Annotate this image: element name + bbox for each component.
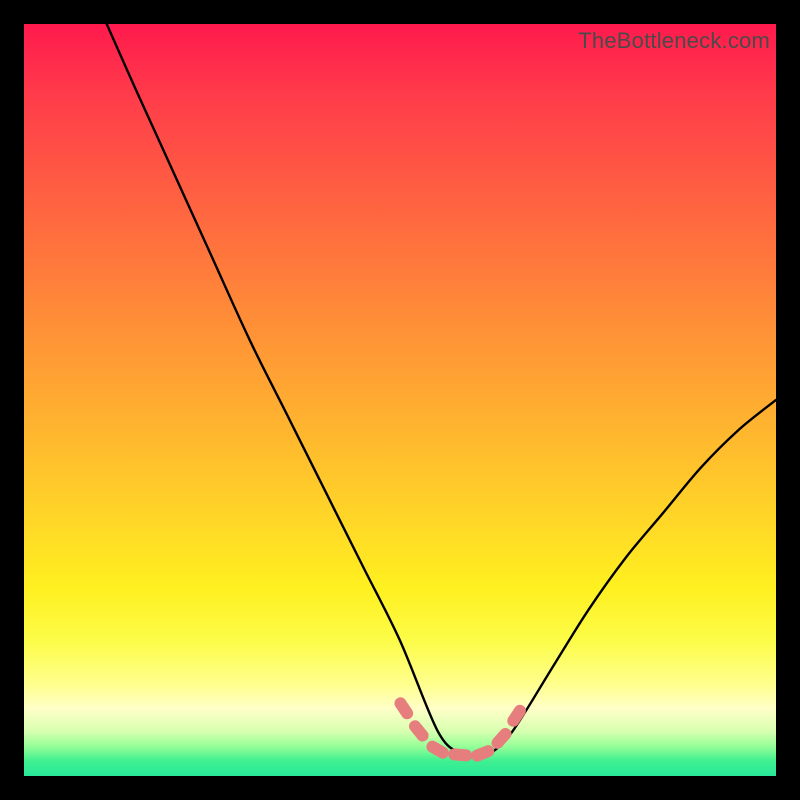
- highlight-marker: [424, 738, 451, 760]
- curve-layer: [24, 24, 776, 776]
- highlight-marker: [505, 702, 528, 729]
- highlight-marker: [392, 695, 415, 722]
- highlight-markers: [392, 695, 528, 763]
- bottleneck-curve: [107, 24, 776, 757]
- highlight-marker: [407, 718, 431, 744]
- chart-frame: TheBottleneck.com: [0, 0, 800, 800]
- highlight-marker: [448, 748, 473, 762]
- plot-area: [24, 24, 776, 776]
- highlight-marker: [469, 743, 496, 763]
